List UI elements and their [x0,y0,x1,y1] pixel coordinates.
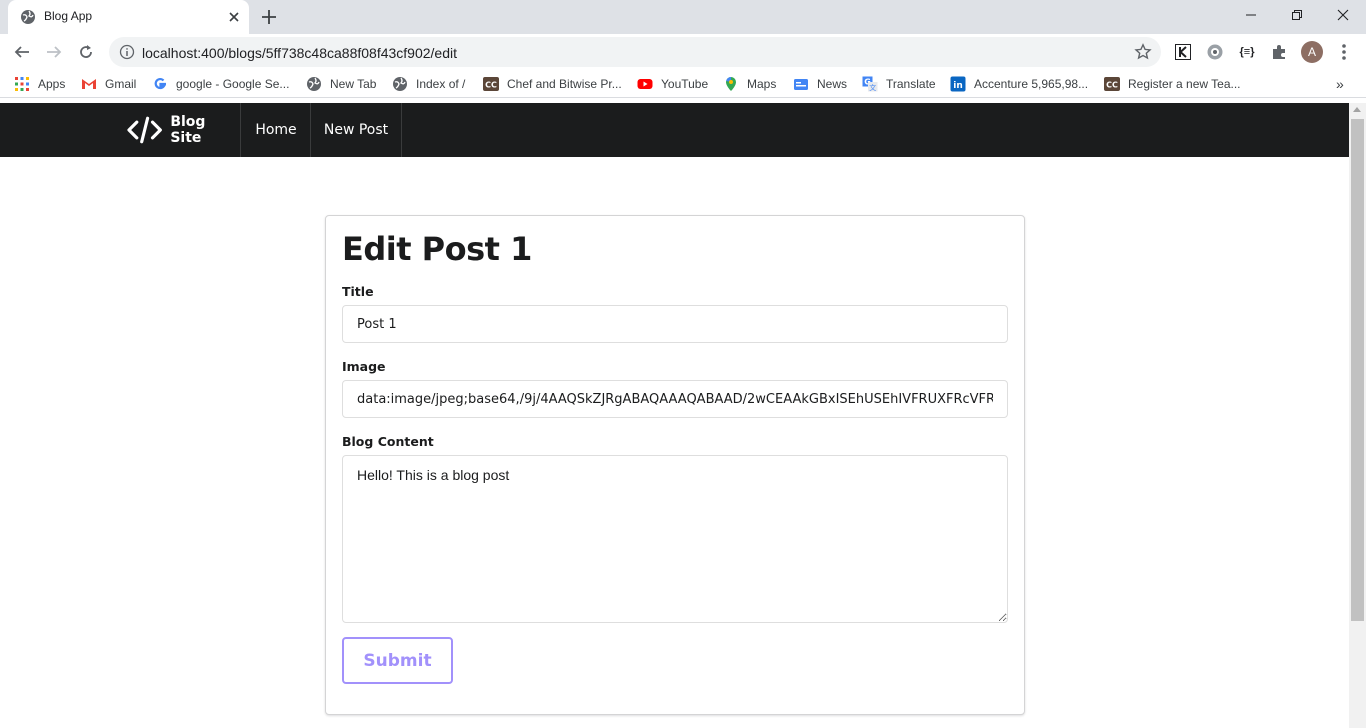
bookmark-label: Index of / [416,77,466,91]
reload-button[interactable] [74,40,98,64]
site-brand[interactable]: Blog Site [112,103,241,157]
submit-button[interactable]: Submit [342,637,453,684]
back-button[interactable] [10,40,34,64]
bookmark-label: Maps [747,77,777,91]
browser-toolbar: localhost:400/blogs/5ff738c48ca88f08f43c… [0,34,1366,70]
gmail-icon [82,79,96,89]
bookmark-google-search[interactable]: google - Google Se... [152,75,289,93]
page-viewport: Blog Site Home New Post Edit Post 1 Titl… [0,103,1349,728]
svg-text:in: in [953,81,963,91]
bookmark-new-tab[interactable]: New Tab [306,75,376,93]
bookmark-index[interactable]: Index of / [392,75,465,93]
bookmark-star-icon[interactable] [1134,43,1152,61]
extension-k-icon[interactable] [1174,43,1192,61]
bookmark-label: Register a new Tea... [1128,77,1241,91]
minimize-window-button[interactable] [1228,0,1274,30]
bookmark-apps[interactable]: Apps [14,75,65,93]
content-textarea[interactable]: Hello! This is a blog post [342,455,1008,623]
bookmark-label: Accenture 5,965,98... [974,77,1089,91]
edit-post-card: Edit Post 1 Title Image Blog Content Hel… [325,215,1025,715]
bookmarks-bar: Apps Gmail google - Google Se... New Tab… [0,70,1366,98]
address-bar[interactable]: localhost:400/blogs/5ff738c48ca88f08f43c… [109,37,1161,67]
title-label: Title [342,284,374,299]
profile-avatar[interactable]: A [1301,41,1323,63]
browser-tab[interactable]: Blog App [8,0,249,34]
extensions-puzzle-icon[interactable] [1270,43,1288,61]
scroll-up-arrow-icon[interactable] [1353,107,1361,112]
codechef-icon: CC [483,77,499,91]
bookmark-label: New Tab [330,77,377,91]
bookmark-register-team[interactable]: CC Register a new Tea... [1104,75,1241,93]
news-icon [794,79,808,90]
bookmark-label: Gmail [105,77,137,91]
bookmark-youtube[interactable]: YouTube [637,75,708,93]
browser-tab-strip: Blog App [0,0,1366,34]
bookmark-label: Apps [38,77,66,91]
image-input[interactable] [342,380,1008,418]
page-title: Edit Post 1 [342,230,532,268]
svg-text:CC: CC [485,81,497,90]
image-label: Image [342,359,386,374]
bookmark-label: News [817,77,848,91]
close-icon [1337,9,1349,21]
minimize-icon [1246,14,1256,16]
bookmark-news[interactable]: News [793,75,847,93]
arrow-right-icon [47,46,62,58]
extension-globe-icon[interactable] [1206,43,1224,61]
maps-icon [726,77,736,91]
bookmarks-overflow-chevron-icon[interactable]: » [1336,75,1344,93]
bookmark-translate[interactable]: G文 Translate [862,75,936,93]
globe-icon [21,10,35,24]
nav-home[interactable]: Home [242,103,311,157]
brand-name: Blog Site [170,114,206,146]
browser-menu-icon[interactable] [1335,43,1353,61]
restore-icon [1292,10,1302,20]
tab-title: Blog App [44,9,93,23]
linkedin-icon: in [950,76,966,92]
site-navbar: Blog Site Home New Post [0,103,1349,157]
apps-grid-icon [15,77,29,91]
youtube-icon [637,79,653,89]
bookmark-accenture[interactable]: in Accenture 5,965,98... [950,75,1088,93]
globe-icon [393,77,407,91]
google-icon [154,77,167,90]
bookmark-label: Translate [886,77,936,91]
restore-window-button[interactable] [1274,0,1320,30]
svg-text:文: 文 [869,83,876,92]
bookmark-chef-bitwise[interactable]: CC Chef and Bitwise Pr... [483,75,622,93]
url-text[interactable]: localhost:400/blogs/5ff738c48ca88f08f43c… [142,45,457,61]
close-window-button[interactable] [1320,0,1366,30]
extension-json-icon[interactable]: {≡} [1238,43,1256,61]
reload-icon [80,45,92,58]
globe-icon [307,77,321,91]
svg-text:CC: CC [1106,81,1118,90]
close-tab-icon[interactable] [225,8,243,26]
forward-button[interactable] [42,40,66,64]
new-tab-icon[interactable] [259,7,279,27]
translate-icon: G文 [862,76,878,92]
scrollbar-thumb[interactable] [1351,119,1364,621]
bookmark-maps[interactable]: Maps [723,75,776,93]
title-input[interactable] [342,305,1008,343]
bookmark-label: YouTube [661,77,709,91]
content-label: Blog Content [342,434,434,449]
arrow-left-icon [14,46,29,58]
codechef-icon: CC [1104,77,1120,91]
code-logo-icon [127,116,162,144]
bookmark-label: Chef and Bitwise Pr... [507,77,622,91]
info-icon[interactable] [119,44,135,60]
bookmark-gmail[interactable]: Gmail [81,75,136,93]
bookmark-label: google - Google Se... [176,77,290,91]
page-scrollbar[interactable] [1349,103,1366,728]
nav-new-post[interactable]: New Post [311,103,402,157]
